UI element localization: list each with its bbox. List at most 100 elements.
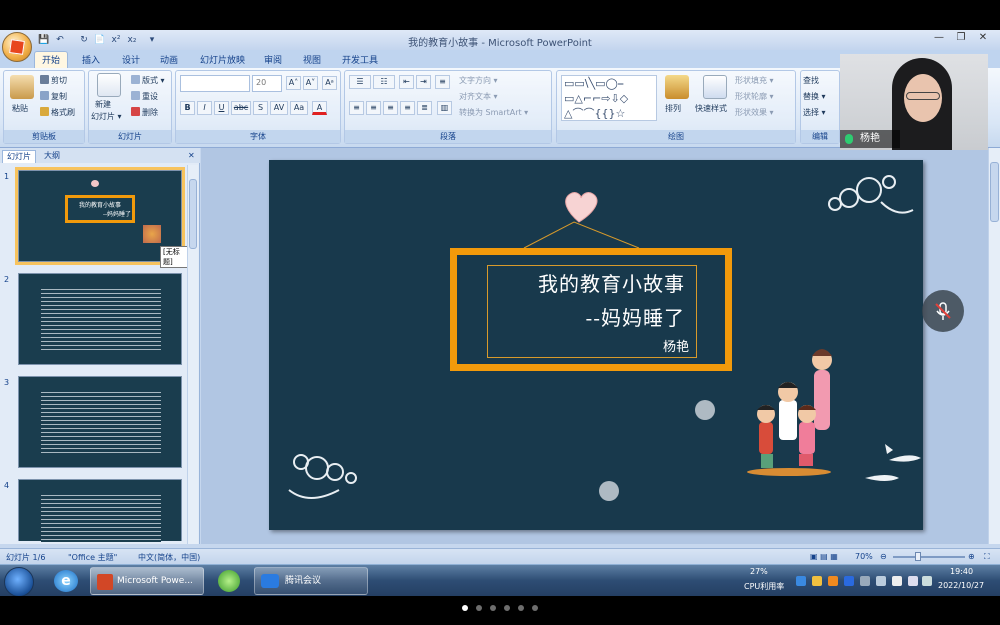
align-left-icon[interactable]: ≡ <box>349 101 364 115</box>
zoom-level[interactable]: 70% <box>855 552 873 561</box>
justify-icon[interactable]: ≡ <box>400 101 415 115</box>
arrange-icon[interactable] <box>665 75 689 99</box>
tray-device-icon[interactable] <box>892 576 902 586</box>
shrink-font-button[interactable]: A˅ <box>303 76 318 90</box>
close-panel-icon[interactable]: ✕ <box>184 150 199 163</box>
slide-canvas[interactable]: 我的教育小故事 --妈妈睡了 杨艳 <box>269 160 923 530</box>
volume-icon[interactable] <box>908 576 918 586</box>
restore-button[interactable]: ❐ <box>952 32 970 46</box>
tray-shield-icon[interactable] <box>828 576 838 586</box>
quick-styles-icon[interactable] <box>703 75 727 99</box>
tab-slideshow[interactable]: 幻灯片放映 <box>200 53 245 66</box>
reset-button[interactable]: 重设 <box>131 91 158 102</box>
grow-font-button[interactable]: A˄ <box>286 76 301 90</box>
tray-clip-icon[interactable] <box>876 576 886 586</box>
zoom-slider-track[interactable] <box>893 556 965 558</box>
pager-dot[interactable] <box>490 605 496 611</box>
slide-title[interactable]: 我的教育小故事 <box>487 268 697 297</box>
participant-video[interactable]: 杨艳 <box>840 54 988 150</box>
columns-icon[interactable]: ▥ <box>437 101 452 115</box>
increase-indent-icon[interactable]: ⇥ <box>416 75 431 89</box>
italic-button[interactable]: I <box>197 101 212 115</box>
align-center-icon[interactable]: ≡ <box>366 101 381 115</box>
slide-subtitle[interactable]: --妈妈睡了 <box>487 302 697 331</box>
find-button[interactable]: 查找 <box>803 75 819 86</box>
tab-slides-panel[interactable]: 幻灯片 <box>2 150 36 163</box>
tray-folder-icon[interactable] <box>812 576 822 586</box>
text-direction-button[interactable]: 文字方向 ▾ <box>459 75 498 86</box>
panel-scrollbar[interactable] <box>187 165 198 544</box>
pager-dot[interactable] <box>532 605 538 611</box>
editor-scroll-thumb[interactable] <box>990 162 999 222</box>
tab-insert[interactable]: 插入 <box>82 53 100 66</box>
font-size-input[interactable]: 20 <box>252 75 282 92</box>
mic-muted-button[interactable] <box>922 290 964 332</box>
bluetooth-icon[interactable] <box>844 576 854 586</box>
char-spacing-button[interactable]: AV <box>270 101 288 115</box>
pager-dot[interactable] <box>518 605 524 611</box>
new-slide-icon[interactable] <box>97 73 121 97</box>
line-spacing-icon[interactable]: ≡ <box>435 75 450 89</box>
tab-outline-panel[interactable]: 大纲 <box>40 150 64 163</box>
replace-button[interactable]: 替换 ▾ <box>803 91 826 102</box>
taskbar-powerpoint[interactable]: Microsoft Powe... <box>90 567 204 595</box>
close-window-button[interactable]: ✕ <box>974 32 992 46</box>
decrease-indent-icon[interactable]: ⇤ <box>399 75 414 89</box>
tab-view[interactable]: 视图 <box>303 53 321 66</box>
tab-review[interactable]: 审阅 <box>264 53 282 66</box>
clear-format-button[interactable]: Aᵃ <box>322 76 337 90</box>
align-text-button[interactable]: 对齐文本 ▾ <box>459 91 498 102</box>
zoom-slider-thumb[interactable] <box>915 552 922 561</box>
network-icon[interactable] <box>922 576 932 586</box>
zoom-out-button[interactable]: ⊖ <box>880 552 887 561</box>
tab-developer[interactable]: 开发工具 <box>342 53 378 66</box>
cut-button[interactable]: 剪切 <box>40 75 67 86</box>
delete-button[interactable]: 删除 <box>131 107 158 118</box>
paste-icon[interactable] <box>10 75 34 99</box>
bullets-icon[interactable]: ☰ <box>349 75 371 89</box>
shadow-button[interactable]: S <box>253 101 268 115</box>
tab-animations[interactable]: 动画 <box>160 53 178 66</box>
shapes-gallery[interactable]: ▭▭\╲▭◯⎯ ▭△⌐⌐⇨⇩◇ △⌒⌒{{}☆ <box>561 75 657 121</box>
shape-fill-button[interactable]: 形状填充 ▾ <box>735 75 774 86</box>
zoom-in-button[interactable]: ⊕ <box>968 552 975 561</box>
minimize-button[interactable]: — <box>930 32 948 46</box>
bold-button[interactable]: B <box>180 101 195 115</box>
tab-design[interactable]: 设计 <box>122 53 140 66</box>
change-case-button[interactable]: Aa <box>290 101 308 115</box>
strikethrough-button[interactable]: abc <box>231 101 251 115</box>
smartart-button[interactable]: 转换为 SmartArt ▾ <box>459 107 528 118</box>
paste-button[interactable]: 粘贴 <box>12 103 28 114</box>
underline-button[interactable]: U <box>214 101 229 115</box>
taskbar-meeting[interactable]: 腾讯会议 <box>254 567 368 595</box>
quick-styles-button[interactable]: 快速样式 <box>695 103 727 114</box>
tray-app-icon[interactable] <box>796 576 806 586</box>
align-right-icon[interactable]: ≡ <box>383 101 398 115</box>
start-button[interactable] <box>4 567 34 596</box>
format-painter-button[interactable]: 格式刷 <box>40 107 75 118</box>
pager-dot[interactable] <box>504 605 510 611</box>
internet-explorer-icon[interactable]: e <box>54 570 78 592</box>
fit-window-button[interactable]: ⛶ <box>984 552 990 562</box>
distribute-icon[interactable]: ≣ <box>417 101 432 115</box>
numbering-icon[interactable]: ☷ <box>373 75 395 89</box>
panel-scroll-thumb[interactable] <box>189 179 197 249</box>
copy-button[interactable]: 复制 <box>40 91 67 102</box>
layout-button[interactable]: 版式 ▾ <box>131 75 165 86</box>
tab-home[interactable]: 开始 <box>34 51 69 68</box>
shape-effects-button[interactable]: 形状效果 ▾ <box>735 107 774 118</box>
view-buttons[interactable]: ▣ ▤ ▦ <box>810 552 838 561</box>
slide-author[interactable]: 杨艳 <box>487 336 697 355</box>
pager-dot[interactable] <box>462 605 468 611</box>
office-button[interactable] <box>2 32 32 62</box>
font-name-input[interactable] <box>180 75 250 92</box>
shape-outline-button[interactable]: 形状轮廓 ▾ <box>735 91 774 102</box>
select-button[interactable]: 选择 ▾ <box>803 107 826 118</box>
app-icon-green[interactable] <box>218 570 240 592</box>
new-slide-dropdown[interactable]: 幻灯片 ▾ <box>91 111 122 122</box>
editor-scrollbar[interactable] <box>988 148 1000 544</box>
arrange-button[interactable]: 排列 <box>665 103 681 114</box>
font-color-button[interactable]: A <box>312 101 327 115</box>
tray-misc-icon[interactable] <box>860 576 870 586</box>
new-slide-button[interactable]: 新建 <box>95 99 111 110</box>
